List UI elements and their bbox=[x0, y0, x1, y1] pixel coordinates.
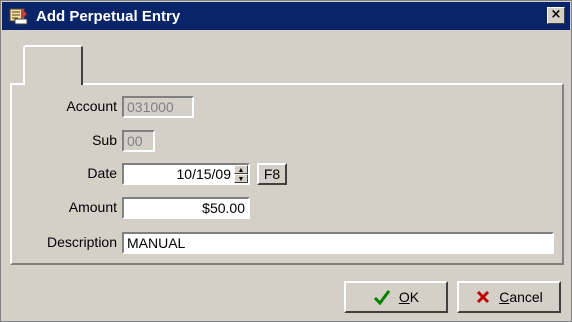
date-field[interactable]: 10/15/09 bbox=[122, 163, 250, 185]
ok-label: OK bbox=[398, 289, 420, 305]
cancel-button[interactable]: Cancel bbox=[457, 281, 561, 313]
date-label: Date bbox=[87, 165, 117, 181]
x-icon bbox=[475, 289, 491, 305]
description-label: Description bbox=[46, 234, 117, 250]
date-spinner[interactable]: ▲ ▼ bbox=[234, 165, 248, 183]
amount-label: Amount bbox=[68, 199, 117, 215]
account-label: Account bbox=[66, 98, 117, 114]
sub-label: Sub bbox=[92, 132, 117, 148]
tab-blank[interactable] bbox=[23, 45, 83, 85]
app-icon bbox=[8, 5, 30, 27]
window-title: Add Perpetual Entry bbox=[36, 7, 181, 25]
cancel-label: Cancel bbox=[499, 289, 543, 305]
account-field[interactable]: 031000 bbox=[122, 96, 194, 118]
checkmark-icon bbox=[373, 289, 391, 305]
amount-field[interactable]: $50.00 bbox=[122, 197, 250, 219]
add-perpetual-entry-dialog: Add Perpetual Entry × Account 031000 Sub… bbox=[0, 0, 572, 322]
spin-down-icon[interactable]: ▼ bbox=[234, 174, 248, 183]
close-button[interactable]: × bbox=[547, 7, 565, 24]
title-bar[interactable]: Add Perpetual Entry × bbox=[2, 2, 570, 30]
f8-button[interactable]: F8 bbox=[257, 163, 287, 185]
ok-button[interactable]: OK bbox=[344, 281, 448, 313]
sub-field[interactable]: 00 bbox=[122, 130, 155, 152]
close-icon: × bbox=[550, 7, 562, 22]
spin-up-icon[interactable]: ▲ bbox=[234, 165, 248, 174]
description-field[interactable]: MANUAL bbox=[122, 232, 554, 254]
